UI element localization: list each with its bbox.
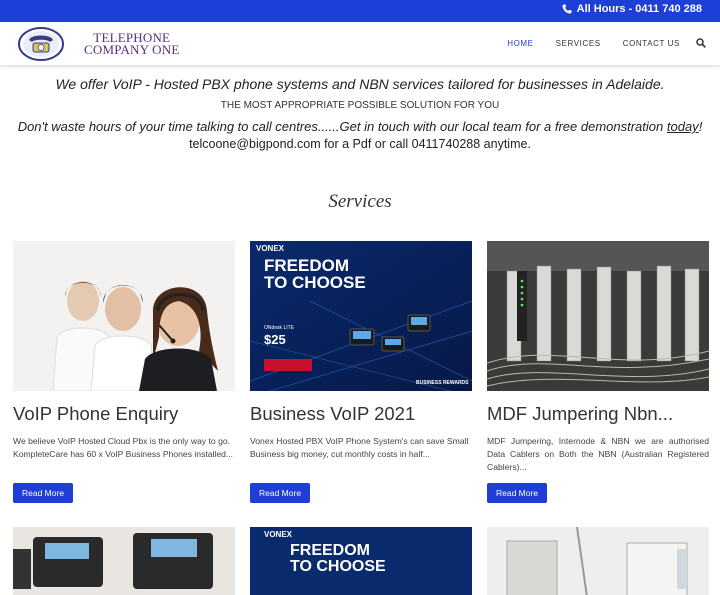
intro-callout: Don't waste hours of your time talking t…	[0, 119, 720, 134]
call-centre-image[interactable]	[13, 241, 235, 391]
mdf-frame-image[interactable]	[487, 241, 709, 391]
intro-callout-text: Don't waste hours of your time talking t…	[17, 119, 667, 134]
intro-subheading: THE MOST APPROPRIATE POSSIBLE SOLUTION F…	[220, 100, 500, 111]
nav-home[interactable]: HOME	[507, 39, 533, 48]
promo-price-label: ONdesk LITE	[264, 325, 295, 331]
vonex-promo-image[interactable]: VONEX FREEDOM TO CHOOSE ONdesk LITE $25 …	[250, 241, 472, 391]
card-title[interactable]: MDF Jumpering Nbn...	[487, 403, 709, 425]
promo2-brand: VONEX	[264, 530, 293, 539]
intro-headline: We offer VoIP - Hosted PBX phone systems…	[55, 76, 665, 92]
topbar-phone-text: All Hours - 0411 740 288	[576, 3, 702, 15]
read-more-button[interactable]: Read More	[250, 483, 311, 503]
nav-services[interactable]: SERVICES	[556, 39, 601, 48]
site-header: TELEPHONE COMPANY ONE HOME SERVICES CONT…	[0, 22, 720, 66]
main-nav: HOME SERVICES CONTACT US	[485, 38, 706, 48]
intro-section: We offer VoIP - Hosted PBX phone systems…	[0, 76, 720, 151]
card-title[interactable]: Business VoIP 2021	[250, 403, 472, 425]
equipment-cabinet-image[interactable]	[487, 527, 709, 595]
vonex-promo-image-2[interactable]: VONEX FREEDOM TO CHOOSE	[250, 527, 472, 595]
promo-price: $25	[264, 332, 286, 347]
phone-icon	[562, 4, 572, 14]
card-excerpt: We believe VoIP Hosted Cloud Pbx is the …	[13, 436, 234, 459]
promo-headline-2: TO CHOOSE	[264, 273, 366, 292]
service-card: VONEX FREEDOM TO CHOOSE ONdesk LITE $25 …	[250, 241, 472, 503]
promo-rewards: BUSINESS REWARDS	[416, 380, 469, 386]
intro-callout-end: !	[698, 119, 703, 134]
search-icon[interactable]	[696, 38, 706, 48]
card-excerpt: MDF Jumpering, Internode & NBN we are au…	[487, 436, 709, 472]
service-card: VoIP Phone Enquiry We believe VoIP Hoste…	[13, 241, 235, 503]
intro-contact: telcoone@bigpond.com for a Pdf or call 0…	[189, 137, 531, 151]
brand-name[interactable]: TELEPHONE COMPANY ONE	[84, 31, 180, 57]
read-more-button[interactable]: Read More	[13, 483, 74, 503]
service-card: MDF Jumpering Nbn... MDF Jumpering, Inte…	[487, 241, 709, 503]
brand-line2: COMPANY ONE	[84, 42, 180, 57]
card-title[interactable]: VoIP Phone Enquiry	[13, 403, 235, 425]
card-excerpt: Vonex Hosted PBX VoIP Phone System's can…	[250, 436, 469, 459]
nav-contact-us[interactable]: CONTACT US	[623, 39, 680, 48]
read-more-button[interactable]: Read More	[487, 483, 548, 503]
top-bar: All Hours - 0411 740 288	[0, 0, 720, 22]
promo2-headline-1: FREEDOM	[290, 542, 370, 559]
promo-brand: VONEX	[256, 244, 285, 253]
logo-icon[interactable]	[17, 26, 65, 62]
today-link[interactable]: today	[667, 119, 699, 134]
topbar-phone[interactable]: All Hours - 0411 740 288	[562, 3, 702, 15]
services-title: Services	[328, 191, 392, 212]
desk-phones-image[interactable]	[13, 527, 235, 595]
promo2-headline-2: TO CHOOSE	[290, 558, 386, 575]
